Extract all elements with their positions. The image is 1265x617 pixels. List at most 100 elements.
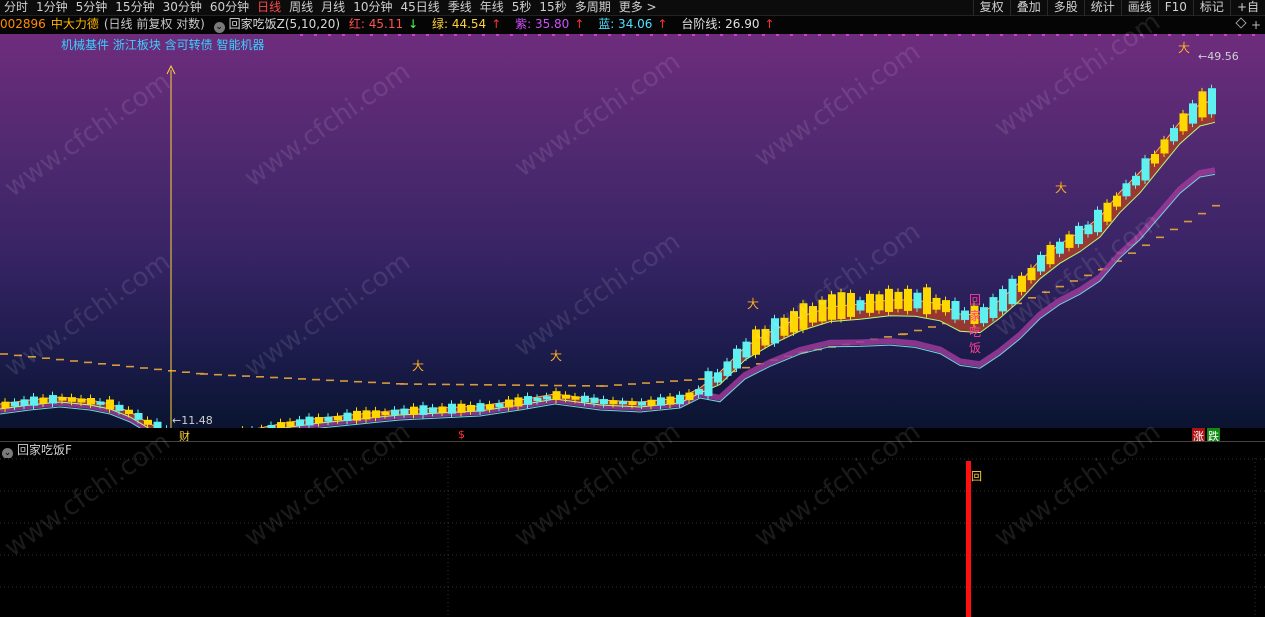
toolbar-button[interactable]: 标记 (1192, 0, 1230, 16)
candle-body (1, 401, 10, 409)
candle-body (780, 317, 789, 336)
sub-chart[interactable]: 回 (0, 458, 1265, 617)
top-dot (426, 34, 429, 36)
candle-body (1094, 209, 1102, 233)
candle-body (106, 399, 114, 410)
candle-body (1056, 241, 1064, 254)
top-dot (958, 34, 961, 36)
candle-body (989, 297, 998, 318)
period-tab[interactable]: 季线 (444, 0, 476, 16)
top-dot (734, 34, 737, 36)
period-tab[interactable]: 周线 (285, 0, 317, 16)
period-tab[interactable]: 多周期 (571, 0, 615, 16)
top-dot (762, 34, 765, 36)
period-tab[interactable]: 5秒 (508, 0, 536, 16)
period-tab[interactable]: 10分钟 (349, 0, 396, 16)
period-tab[interactable]: 更多 > (615, 0, 661, 16)
period-tab[interactable]: 日线 (253, 0, 285, 16)
toolbar-button[interactable]: 叠加 (1009, 0, 1047, 16)
candle-body (286, 421, 295, 427)
top-dot (636, 34, 639, 36)
period-tab[interactable]: 分时 (0, 0, 32, 16)
candle-body (1141, 158, 1150, 181)
top-dot (1028, 34, 1031, 36)
toolbar-button[interactable]: 画线 (1120, 0, 1158, 16)
toolbar-button[interactable]: F10 (1157, 0, 1193, 16)
period-tabs: 分时 1分钟 5分钟 15分钟 30分钟 60分钟 日线 周线 月线 10分钟 45日线 季线 年线 5秒… (0, 0, 661, 16)
candle-body (20, 399, 29, 406)
top-dot (916, 34, 919, 36)
step-line-value: 台阶线: 26.90 ↑ (681, 17, 775, 31)
period-tab[interactable]: 5分钟 (72, 0, 112, 16)
candle-body (87, 398, 95, 405)
candle-body (771, 318, 779, 344)
period-tab[interactable]: 1分钟 (32, 0, 72, 16)
top-dot (580, 34, 583, 36)
top-dot (1182, 34, 1185, 36)
candle-body (723, 361, 732, 376)
candle-body (1008, 278, 1017, 305)
candle-body (49, 395, 57, 404)
signal-char: 家 (969, 308, 981, 323)
candle-body (847, 292, 855, 317)
candle-body (391, 409, 399, 416)
candle-body (676, 394, 684, 405)
candle-body (400, 408, 409, 415)
top-dot (846, 34, 849, 36)
person-icon: 大 (550, 349, 562, 363)
indicator-name[interactable]: 回家吃饭Z(5,10,20) (229, 17, 340, 31)
plus-icon[interactable]: + (1251, 17, 1261, 34)
top-dot (832, 34, 835, 36)
candle-body (305, 416, 314, 426)
candle-body (1198, 91, 1207, 118)
candle-body (30, 396, 38, 406)
top-dot (748, 34, 751, 36)
signal-bar (966, 461, 971, 617)
candle-body (714, 372, 722, 383)
candle-body (324, 416, 333, 422)
top-dot (608, 34, 611, 36)
period-tab[interactable]: 15秒 (535, 0, 570, 16)
period-tab[interactable]: 60分钟 (206, 0, 253, 16)
sub-indicator-name[interactable]: 回家吃饭F (17, 443, 72, 457)
toolbar-button[interactable]: +自 (1229, 0, 1265, 16)
main-chart[interactable]: 机械基件 浙江板块 含可转债 智能机器 ←49.56 ←11.48 大大大大大回家吃… (0, 34, 1265, 428)
top-dot (510, 34, 513, 36)
candle-body (543, 396, 551, 400)
period-tab[interactable]: 年线 (476, 0, 508, 16)
signal-char: 回 (969, 293, 981, 307)
top-dot (552, 34, 555, 36)
top-dot (804, 34, 807, 36)
top-dot (328, 34, 331, 36)
candle-body (476, 403, 485, 412)
candle-body (11, 401, 19, 407)
top-dot (412, 34, 415, 36)
diamond-icon[interactable] (1235, 17, 1247, 29)
dollar-marker: $ (458, 428, 465, 441)
toolbar-button[interactable]: 统计 (1083, 0, 1121, 16)
toolbar-button[interactable]: 复权 (972, 0, 1010, 16)
blue-value: 蓝: 34.06 ↑ (598, 17, 668, 31)
period-tab[interactable]: 45日线 (396, 0, 443, 16)
candle-body (980, 307, 988, 324)
concept-tags: 机械基件 浙江板块 含可转债 智能机器 (61, 38, 265, 52)
top-dot (860, 34, 863, 36)
candle-body (1179, 113, 1188, 132)
marker-row: 财 $ 涨 跌 (0, 428, 1265, 444)
period-tab[interactable]: 月线 (317, 0, 349, 16)
candle-body (457, 403, 466, 413)
top-dot (664, 34, 667, 36)
top-dot (986, 34, 989, 36)
candle-body (809, 306, 817, 323)
collapse-icon[interactable]: ⌄ (213, 22, 225, 33)
sub-chart-svg[interactable]: 回 (0, 458, 1265, 617)
top-toolbar: 分时 1分钟 5分钟 15分钟 30分钟 60分钟 日线 周线 月线 10分钟 45日线 季线 年线 5秒… (0, 0, 1265, 16)
top-dot (720, 34, 723, 36)
period-tab[interactable]: 15分钟 (111, 0, 158, 16)
candle-body (923, 287, 931, 315)
period-tab[interactable]: 30分钟 (159, 0, 206, 16)
toolbar-button[interactable]: 多股 (1046, 0, 1084, 16)
candle-body (913, 292, 922, 309)
top-dot (1196, 34, 1199, 36)
candlestick-svg[interactable]: ←49.56←11.48大大大大大回家吃饭 (0, 34, 1265, 428)
